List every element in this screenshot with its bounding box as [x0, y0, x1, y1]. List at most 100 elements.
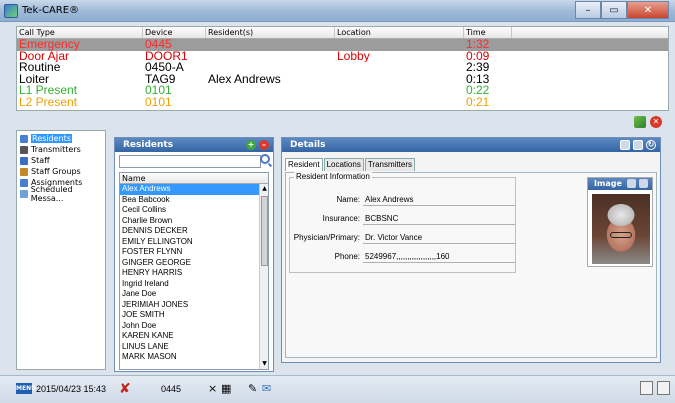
col-device[interactable]: Device: [143, 27, 206, 38]
resident-list-item[interactable]: FOSTER FLYNN: [120, 247, 268, 258]
call-row[interactable]: L2 Present 0101 0:21: [17, 97, 668, 109]
resident-list-item[interactable]: MARK MASON: [120, 352, 268, 363]
nav-item-transmitters[interactable]: Transmitters: [17, 144, 105, 155]
remove-resident-icon[interactable]: –: [259, 140, 269, 150]
details-panel: Details ↻ Resident Locations Transmitter…: [281, 137, 661, 363]
field-label: Insurance:: [322, 214, 360, 223]
name-column-header[interactable]: Name: [120, 173, 268, 184]
cancel-icon[interactable]: ✕: [650, 116, 662, 128]
title-bar: Tek-CARE® – ▭ ✕: [0, 0, 675, 22]
col-time[interactable]: Time: [464, 27, 512, 38]
resident-items: Alex Andrews Bea Babcook Cecil Collins Char…: [120, 184, 268, 363]
tab-resident[interactable]: Resident: [285, 158, 323, 171]
transmitter-icon: [20, 145, 28, 154]
maximize-button[interactable]: ▭: [601, 1, 627, 19]
resident-list-item[interactable]: DENNIS DECKER: [120, 226, 268, 237]
nav-item-label: Residents: [31, 134, 72, 143]
folder-icon[interactable]: [639, 179, 648, 188]
call-device: 0450-A: [145, 62, 184, 74]
resident-list-item[interactable]: LINUS LANE: [120, 342, 268, 353]
assignments-icon: [20, 178, 28, 187]
app-logo-icon: [4, 4, 18, 18]
call-row[interactable]: Door Ajar DOOR1 Lobby 0:09: [17, 51, 668, 63]
call-time: 0:22: [466, 85, 490, 97]
call-device: 0101: [145, 85, 172, 97]
search-icon[interactable]: [260, 154, 270, 164]
export-icon[interactable]: [634, 116, 646, 128]
minimize-button[interactable]: –: [575, 1, 601, 19]
close-button[interactable]: ✕: [627, 1, 669, 19]
monitor-icon[interactable]: [633, 140, 643, 150]
resident-list-item[interactable]: EMILY ELLINGTON: [120, 237, 268, 248]
status-device: 0445: [161, 384, 182, 394]
call-type: Loiter: [19, 73, 50, 85]
details-header: Details ↻: [282, 138, 660, 152]
nav-item-residents[interactable]: Residents: [17, 133, 105, 144]
call-device: DOOR1: [145, 50, 188, 62]
report-icon[interactable]: [640, 381, 653, 395]
camera-icon[interactable]: [627, 179, 636, 188]
call-resident: Alex Andrews: [208, 73, 281, 85]
tab-locations[interactable]: Locations: [323, 158, 364, 171]
call-row[interactable]: Loiter TAG9 Alex Andrews 0:13: [17, 74, 668, 86]
staff-icon: [20, 156, 28, 165]
settings-report-icon[interactable]: [657, 381, 670, 395]
call-type: L1 Present: [19, 85, 78, 97]
calls-header: Call Type Device Resident(s) Location Ti…: [17, 27, 668, 39]
resident-list-item[interactable]: Cecil Collins: [120, 205, 268, 216]
col-call-type[interactable]: Call Type: [17, 27, 143, 38]
resident-search-input[interactable]: [119, 155, 261, 168]
call-resident: [206, 62, 335, 74]
resident-list-item[interactable]: JERIMIAH JONES: [120, 300, 268, 311]
keypad-icon[interactable]: ▦: [221, 382, 231, 395]
menu-button[interactable]: MENU: [16, 383, 36, 394]
col-location[interactable]: Location: [335, 27, 464, 38]
resident-list-item[interactable]: KAREN KANE: [120, 331, 268, 342]
tab-transmitters[interactable]: Transmitters: [364, 158, 415, 171]
mail-icon[interactable]: ✉: [262, 382, 271, 395]
resident-list-item[interactable]: Jane Doe: [120, 289, 268, 300]
call-rows: Emergency 0445 1:32 Door Ajar DOOR1 Lobby 0:09…: [17, 39, 668, 108]
field-label: Name:: [336, 195, 360, 204]
scroll-thumb[interactable]: [261, 196, 268, 266]
scroll-up-icon[interactable]: ▲: [261, 185, 268, 193]
left-navigation: Residents Transmitters Staff Staff Groups As…: [16, 130, 106, 370]
resident-list-item[interactable]: Ingrid Ireland: [120, 279, 268, 290]
call-resident: [206, 97, 335, 109]
notes-icon[interactable]: ✎: [248, 382, 257, 395]
field-value: 5249967,,,,,,,,,,,,,,,,,,160: [363, 250, 515, 263]
nav-item-scheduled-messa[interactable]: Scheduled Messa...: [17, 185, 105, 203]
resident-list-item[interactable]: HENRY HARRIS: [120, 268, 268, 279]
nav-item-label: Scheduled Messa...: [30, 184, 73, 203]
residents-header: Residents + –: [115, 138, 273, 152]
cancel-alarm-icon[interactable]: ✘: [119, 381, 131, 397]
call-row[interactable]: L1 Present 0101 0:22: [17, 85, 668, 97]
resident-list-item[interactable]: GINGER GEORGE: [120, 258, 268, 269]
nav-item-label: Staff: [31, 156, 50, 165]
call-location: [335, 74, 464, 86]
col-residents[interactable]: Resident(s): [206, 27, 335, 38]
field-label: Physician/Primary:: [293, 233, 360, 242]
col-filler: [512, 27, 668, 38]
details-title: Details: [290, 140, 326, 150]
call-time: 0:21: [466, 96, 490, 108]
resident-list: Name Alex Andrews Bea Babcook Cecil Collin…: [119, 172, 269, 370]
nav-item-staff[interactable]: Staff: [17, 155, 105, 166]
print-icon[interactable]: [620, 140, 630, 150]
resident-list-item[interactable]: Bea Babcook: [120, 195, 268, 206]
resident-list-scrollbar[interactable]: ▲ ▼: [259, 184, 268, 369]
call-row[interactable]: Emergency 0445 1:32: [17, 39, 668, 51]
refresh-icon[interactable]: ↻: [646, 140, 656, 150]
nav-item-label: Staff Groups: [31, 167, 81, 176]
resident-list-item[interactable]: John Doe: [120, 321, 268, 332]
resident-list-item[interactable]: Alex Andrews: [120, 184, 268, 195]
nav-item-staff-groups[interactable]: Staff Groups: [17, 166, 105, 177]
add-resident-icon[interactable]: +: [246, 140, 256, 150]
image-title: Image: [594, 179, 622, 188]
resident-list-item[interactable]: Charlie Brown: [120, 216, 268, 227]
scroll-down-icon[interactable]: ▼: [261, 360, 268, 368]
resident-list-item[interactable]: JOE SMITH: [120, 310, 268, 321]
clear-device-button[interactable]: ×: [208, 382, 217, 395]
call-row[interactable]: Routine 0450-A 2:39: [17, 62, 668, 74]
call-location: [335, 85, 464, 97]
